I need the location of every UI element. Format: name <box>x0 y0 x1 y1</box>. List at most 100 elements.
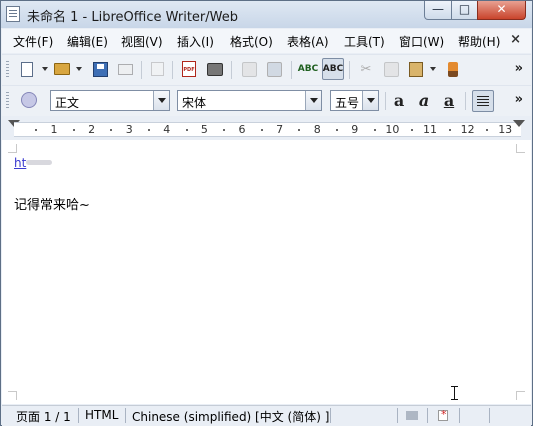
menu-insert[interactable]: 插入(I) <box>177 33 214 50</box>
spellcheck-icon: ABC <box>297 64 319 74</box>
writer-web-document-icon <box>6 6 20 22</box>
html-source-icon <box>266 61 282 77</box>
paste-icon <box>409 61 423 77</box>
toolbar-overflow-icon[interactable]: » <box>515 92 523 107</box>
toolbar-separator <box>349 61 350 79</box>
minimize-button[interactable]: — <box>424 1 452 20</box>
font-name-dropdown-icon[interactable] <box>305 91 321 110</box>
save-button[interactable] <box>91 60 109 78</box>
toolbar-separator <box>172 61 173 79</box>
open-folder-icon <box>54 63 70 75</box>
ruler-number: 8 <box>313 123 321 136</box>
menu-table[interactable]: 表格(A) <box>287 33 329 50</box>
ruler-number: 5 <box>200 123 208 136</box>
close-window-button[interactable]: ✕ <box>477 1 526 20</box>
title-bar[interactable]: 未命名 1 - LibreOffice Writer/Web — □ ✕ <box>1 1 532 28</box>
right-indent-marker-icon[interactable] <box>513 120 525 127</box>
open-button[interactable] <box>53 60 71 78</box>
ruler-tick <box>148 129 150 131</box>
font-size-dropdown-icon[interactable] <box>362 91 378 110</box>
font-size-select[interactable]: 五号 <box>330 90 379 111</box>
font-name-select[interactable]: 宋体 <box>177 90 322 111</box>
auto-spellcheck-toggle[interactable]: ABC <box>322 58 344 80</box>
toolbar-separator <box>141 61 142 79</box>
menu-file[interactable]: 文件(F) <box>13 33 53 50</box>
clone-formatting-icon <box>448 61 458 77</box>
blurred-link-text <box>26 160 52 165</box>
menu-window[interactable]: 窗口(W) <box>399 33 444 50</box>
menu-tools[interactable]: 工具(T) <box>344 33 385 50</box>
italic-icon: a <box>418 90 430 110</box>
bold-icon: a <box>393 90 405 110</box>
font-size-value: 五号 <box>335 96 360 110</box>
menu-view[interactable]: 视图(V) <box>121 33 163 50</box>
paste-dropdown-arrow-icon[interactable] <box>430 67 436 71</box>
minimize-icon: — <box>432 2 444 16</box>
menu-format[interactable]: 格式(O) <box>230 33 273 50</box>
toolbar-overflow-icon[interactable]: » <box>515 61 523 76</box>
edit-file-button[interactable] <box>148 60 166 78</box>
html-source-button[interactable] <box>265 60 283 78</box>
menu-bar: 文件(F) 编辑(E) 视图(V) 插入(I) 格式(O) 表格(A) 工具(T… <box>2 29 531 53</box>
styles-icon <box>21 92 37 108</box>
export-pdf-button[interactable]: PDF <box>180 60 198 78</box>
print-button[interactable] <box>206 60 224 78</box>
ruler-number: 13 <box>498 123 513 136</box>
new-document-button[interactable] <box>18 60 36 78</box>
paste-button[interactable] <box>407 60 425 78</box>
formatting-toolbar: 正文 宋体 五号 a a a » <box>2 85 531 116</box>
selection-mode-icon[interactable] <box>406 411 418 420</box>
page-indicator[interactable]: 页面 1 / 1 <box>16 408 71 425</box>
align-left-toggle[interactable] <box>472 90 494 112</box>
close-document-icon[interactable]: × <box>510 32 521 47</box>
styles-button[interactable] <box>20 91 38 109</box>
ruler-tick <box>336 129 338 131</box>
bold-button[interactable]: a <box>390 90 408 110</box>
menu-edit[interactable]: 编辑(E) <box>67 33 108 50</box>
paragraph-style-select[interactable]: 正文 <box>50 90 170 111</box>
cut-button[interactable]: ✂ <box>357 60 375 78</box>
ruler-number: 4 <box>163 123 171 136</box>
font-name-value: 宋体 <box>182 96 207 110</box>
menu-help[interactable]: 帮助(H) <box>458 33 500 50</box>
maximize-button[interactable]: □ <box>451 1 478 20</box>
clone-formatting-button[interactable] <box>444 60 462 78</box>
toolbar-grip[interactable] <box>6 92 9 110</box>
ruler-tick <box>110 129 113 131</box>
italic-button[interactable]: a <box>415 90 433 110</box>
spellcheck-button[interactable]: ABC <box>297 60 319 78</box>
toolbar-separator <box>385 92 386 110</box>
toolbar-separator <box>291 61 292 79</box>
ruler-tick <box>448 129 451 131</box>
ruler-tick <box>260 129 263 131</box>
edit-file-icon <box>150 62 164 76</box>
text-boundary-corner <box>516 144 525 153</box>
maximize-icon: □ <box>458 2 471 16</box>
toolbar-grip[interactable] <box>6 61 9 79</box>
status-separator <box>330 408 331 423</box>
email-button[interactable] <box>116 60 134 78</box>
underline-icon: a <box>443 90 455 110</box>
page-preview-button[interactable] <box>240 60 258 78</box>
ruler-tick <box>298 129 301 131</box>
language-indicator[interactable]: Chinese (simplified) [中文 (简体) ] <box>132 408 329 425</box>
underline-button[interactable]: a <box>440 90 458 110</box>
document-hyperlink[interactable]: ht <box>14 156 26 170</box>
open-dropdown-arrow-icon[interactable] <box>76 67 82 71</box>
document-body-text[interactable]: 记得常来哈~ <box>14 194 90 213</box>
text-cursor-icon <box>451 386 458 400</box>
status-separator <box>489 408 490 423</box>
copy-button[interactable] <box>382 60 400 78</box>
paragraph-style-value: 正文 <box>55 96 80 110</box>
new-document-icon <box>21 61 33 77</box>
ruler-number: 2 <box>88 123 96 136</box>
ruler-tick <box>35 129 38 131</box>
document-modified-icon[interactable] <box>438 408 448 421</box>
status-separator <box>427 408 428 423</box>
document-canvas[interactable]: ht 记得常来哈~ <box>2 140 531 404</box>
paragraph-style-dropdown-icon[interactable] <box>153 91 169 110</box>
new-dropdown-arrow-icon[interactable] <box>42 67 48 71</box>
text-boundary-corner <box>8 144 17 153</box>
text-boundary-corner <box>516 391 525 400</box>
horizontal-ruler[interactable]: 1 2 3 4 5 6 7 8 9 10 11 12 13 <box>2 117 531 139</box>
